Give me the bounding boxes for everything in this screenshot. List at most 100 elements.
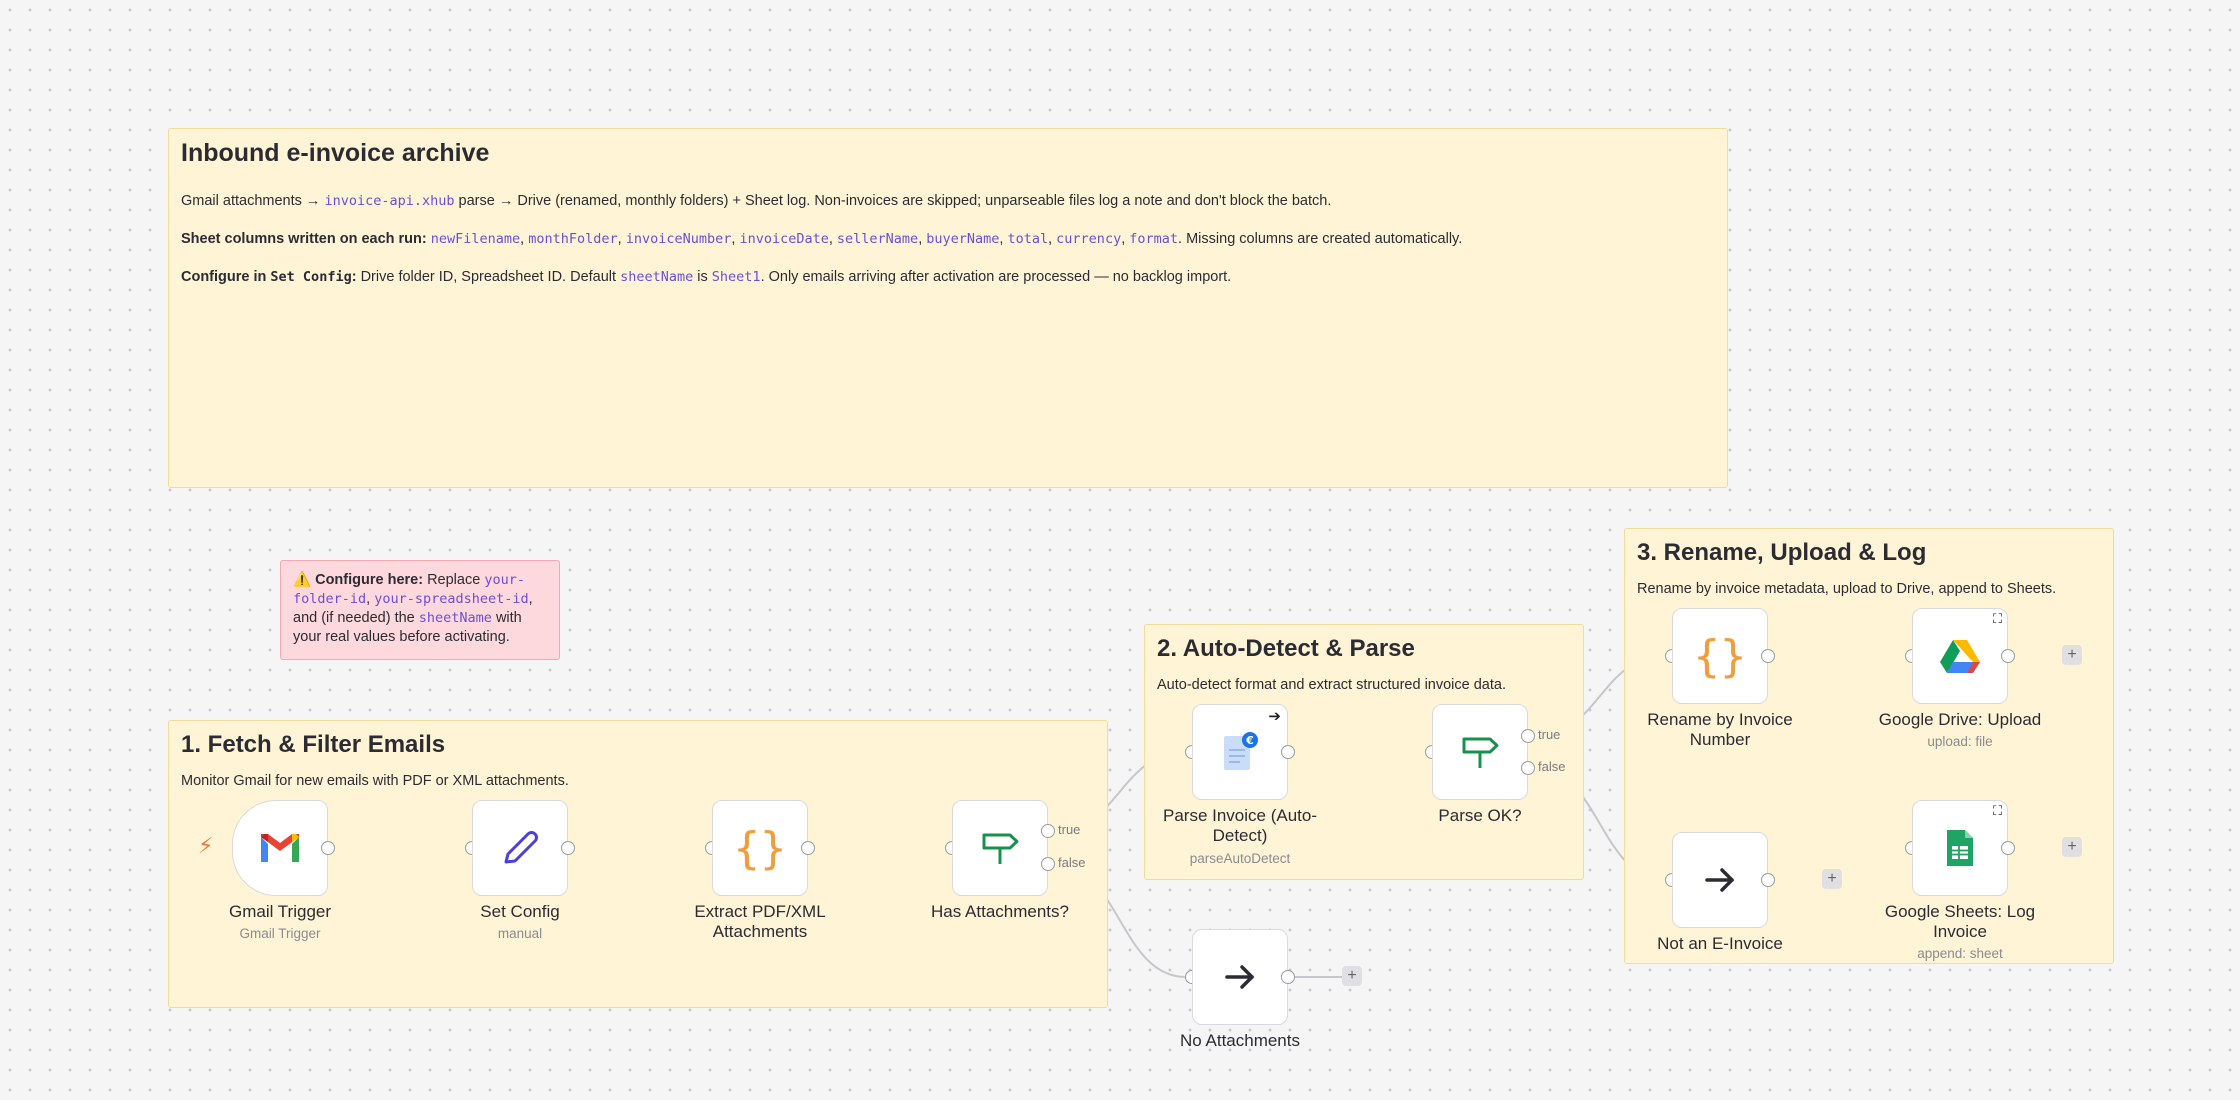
google-sheets-sub: append: sheet: [1917, 946, 2003, 961]
google-sheets-label: Google Sheets: Log Invoice: [1884, 902, 2036, 941]
parse-out-port[interactable]: [1281, 745, 1295, 759]
text: ,: [366, 591, 375, 607]
text: Drive folder ID, Spreadsheet ID. Default: [356, 269, 621, 285]
arrow-corner-icon: ➔: [1268, 708, 1281, 725]
google-drive-sub: upload: file: [1927, 734, 1993, 749]
warning-sticky-note[interactable]: ⚠️ Configure here: Replace your-folder-i…: [280, 560, 560, 660]
note-line-1: Gmail attachments → invoice-api.xhub par…: [181, 192, 1715, 210]
column-name: buyerName: [926, 231, 1000, 247]
rename-label: Rename by Invoice Number: [1647, 710, 1793, 749]
code-spreadsheet-id: your-spreadsheet-id: [374, 591, 529, 607]
section-3-desc: Rename by invoice metadata, upload to Dr…: [1637, 581, 2057, 597]
text: parse → Drive (renamed, monthly folders)…: [454, 193, 1332, 209]
braces-icon: {}: [733, 822, 787, 874]
parseok-false-port[interactable]: [1521, 761, 1535, 775]
google-drive-node[interactable]: ⛶: [1912, 608, 2008, 704]
rename-out-port[interactable]: [1761, 649, 1775, 663]
noatt-out-port[interactable]: [1281, 970, 1295, 984]
note-line-2: Sheet columns written on each run: newFi…: [181, 230, 1715, 248]
hasatt-true-label: true: [1058, 822, 1081, 837]
gmail-icon: [261, 834, 299, 862]
code-sheetname: sheetName: [620, 269, 694, 285]
warning-icon: ⚠️: [293, 572, 312, 588]
parseok-true-port[interactable]: [1521, 729, 1535, 743]
trigger-marker-icon: ⛶: [1992, 803, 2002, 818]
separator: ,: [828, 231, 837, 247]
section-2-desc: Auto-detect format and extract structure…: [1157, 677, 1506, 693]
sheets-out-port[interactable]: [2001, 841, 2015, 855]
arrow-right-icon: [1225, 965, 1254, 989]
column-list: newFilename, monthFolder, invoiceNumber,…: [431, 231, 1178, 247]
set-config-label: Set Config: [480, 902, 560, 921]
separator: ,: [1048, 231, 1057, 247]
google-drive-icon: [1940, 640, 1980, 673]
code-set-config: Set Config: [270, 269, 352, 285]
gmail-trigger-label: Gmail Trigger: [228, 902, 332, 921]
extract-attachments-node[interactable]: {}: [712, 800, 808, 896]
text: . Only emails arriving after activation …: [760, 269, 1232, 285]
notinv-out-port[interactable]: [1761, 873, 1775, 887]
parse-invoice-label: Parse Invoice (Auto-Detect): [1162, 806, 1317, 845]
setconfig-out-port[interactable]: [561, 841, 575, 855]
invoice-doc-icon: €: [1224, 732, 1258, 770]
column-name: currency: [1056, 231, 1122, 247]
section-1-desc: Monitor Gmail for new emails with PDF or…: [181, 773, 569, 789]
text: Replace: [423, 572, 485, 588]
google-sheets-icon: [1947, 830, 1973, 866]
bold-text: Configure here:: [315, 572, 424, 588]
pencil-icon: [504, 831, 538, 864]
add-node-button[interactable]: +: [2062, 645, 2082, 665]
add-node-button[interactable]: +: [1822, 869, 1842, 889]
no-attachments-label: No Attachments: [1179, 1031, 1300, 1050]
set-config-node[interactable]: [472, 800, 568, 896]
arrow-right-icon: [1705, 868, 1734, 892]
code-sheet1: Sheet1: [711, 269, 761, 285]
google-sheets-node[interactable]: ⛶: [1912, 800, 2008, 896]
signpost-icon: [982, 833, 1019, 864]
separator: ,: [617, 231, 626, 247]
section-3-title: 3. Rename, Upload & Log: [1637, 539, 1927, 566]
column-name: invoiceDate: [739, 231, 829, 247]
not-an-einvoice-node[interactable]: [1672, 832, 1768, 928]
set-config-sub: manual: [497, 926, 543, 941]
trigger-bolt-icon: ⚡: [198, 833, 214, 858]
note-line-3: Configure in Set Config: Drive folder ID…: [181, 268, 1715, 286]
hasatt-false-port[interactable]: [1041, 857, 1055, 871]
parseok-false-label: false: [1538, 759, 1566, 774]
text: Gmail attachments →: [181, 193, 325, 209]
parseok-true-label: true: [1538, 727, 1561, 742]
bold-text: Configure in: [181, 269, 271, 285]
parse-ok-label: Parse OK?: [1438, 806, 1522, 825]
google-drive-label: Google Drive: Upload: [1878, 710, 2042, 729]
trigger-marker-icon: ⛶: [1992, 611, 2002, 626]
gmail-trigger-node[interactable]: [232, 800, 328, 896]
rename-node[interactable]: {}: [1672, 608, 1768, 704]
gmail-out-port[interactable]: [321, 841, 335, 855]
parse-ok-node[interactable]: [1432, 704, 1528, 800]
code-sheetname: sheetName: [418, 610, 492, 626]
column-name: format: [1129, 231, 1179, 247]
hasatt-true-port[interactable]: [1041, 824, 1055, 838]
drive-out-port[interactable]: [2001, 649, 2015, 663]
header-sticky-note[interactable]: Inbound e-invoice archive Gmail attachme…: [168, 128, 1728, 488]
parse-invoice-node[interactable]: ➔ €: [1192, 704, 1288, 800]
add-node-button[interactable]: +: [2062, 837, 2082, 857]
text: is: [693, 269, 712, 285]
parse-invoice-sub: parseAutoDetect: [1189, 851, 1291, 866]
section-2-title: 2. Auto-Detect & Parse: [1157, 635, 1415, 662]
code-api: invoice-api.xhub: [324, 193, 455, 209]
has-attachments-node[interactable]: [952, 800, 1048, 896]
no-attachments-node[interactable]: [1192, 929, 1288, 1025]
gmail-trigger-sub: Gmail Trigger: [239, 926, 321, 941]
extract-label: Extract PDF/XML Attachments: [694, 902, 826, 941]
extract-out-port[interactable]: [801, 841, 815, 855]
signpost-icon: [1462, 737, 1499, 768]
column-name: monthFolder: [528, 231, 618, 247]
hasatt-false-label: false: [1058, 855, 1086, 870]
column-name: invoiceNumber: [625, 231, 732, 247]
note-title: Inbound e-invoice archive: [181, 139, 490, 167]
column-name: sellerName: [836, 231, 919, 247]
add-node-button[interactable]: +: [1342, 966, 1362, 986]
not-an-einvoice-label: Not an E-Invoice: [1657, 934, 1783, 953]
braces-icon: {}: [1693, 630, 1747, 682]
